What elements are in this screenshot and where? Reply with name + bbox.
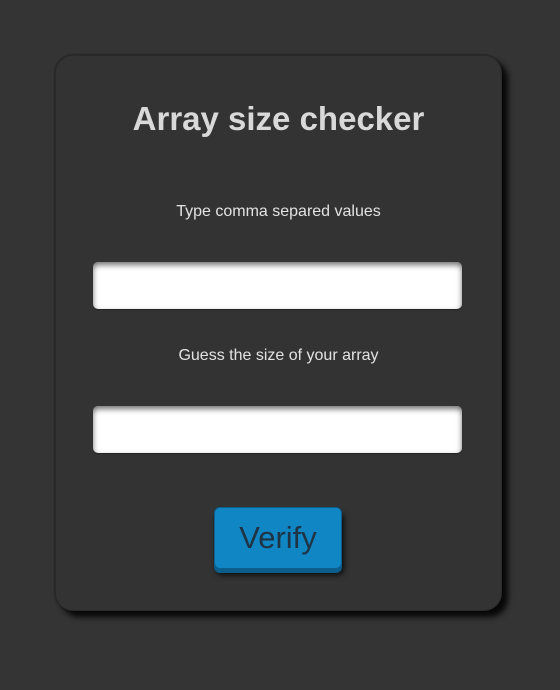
page-title: Array size checker xyxy=(132,100,425,137)
verify-button[interactable]: Verify xyxy=(214,507,342,569)
guess-label: Guess the size of your array xyxy=(178,347,379,364)
values-label: Type comma separed values xyxy=(176,203,381,220)
values-input[interactable] xyxy=(93,262,462,309)
guess-size-input[interactable] xyxy=(93,406,462,453)
array-checker-card: Array size checker Type comma separed va… xyxy=(55,55,502,611)
